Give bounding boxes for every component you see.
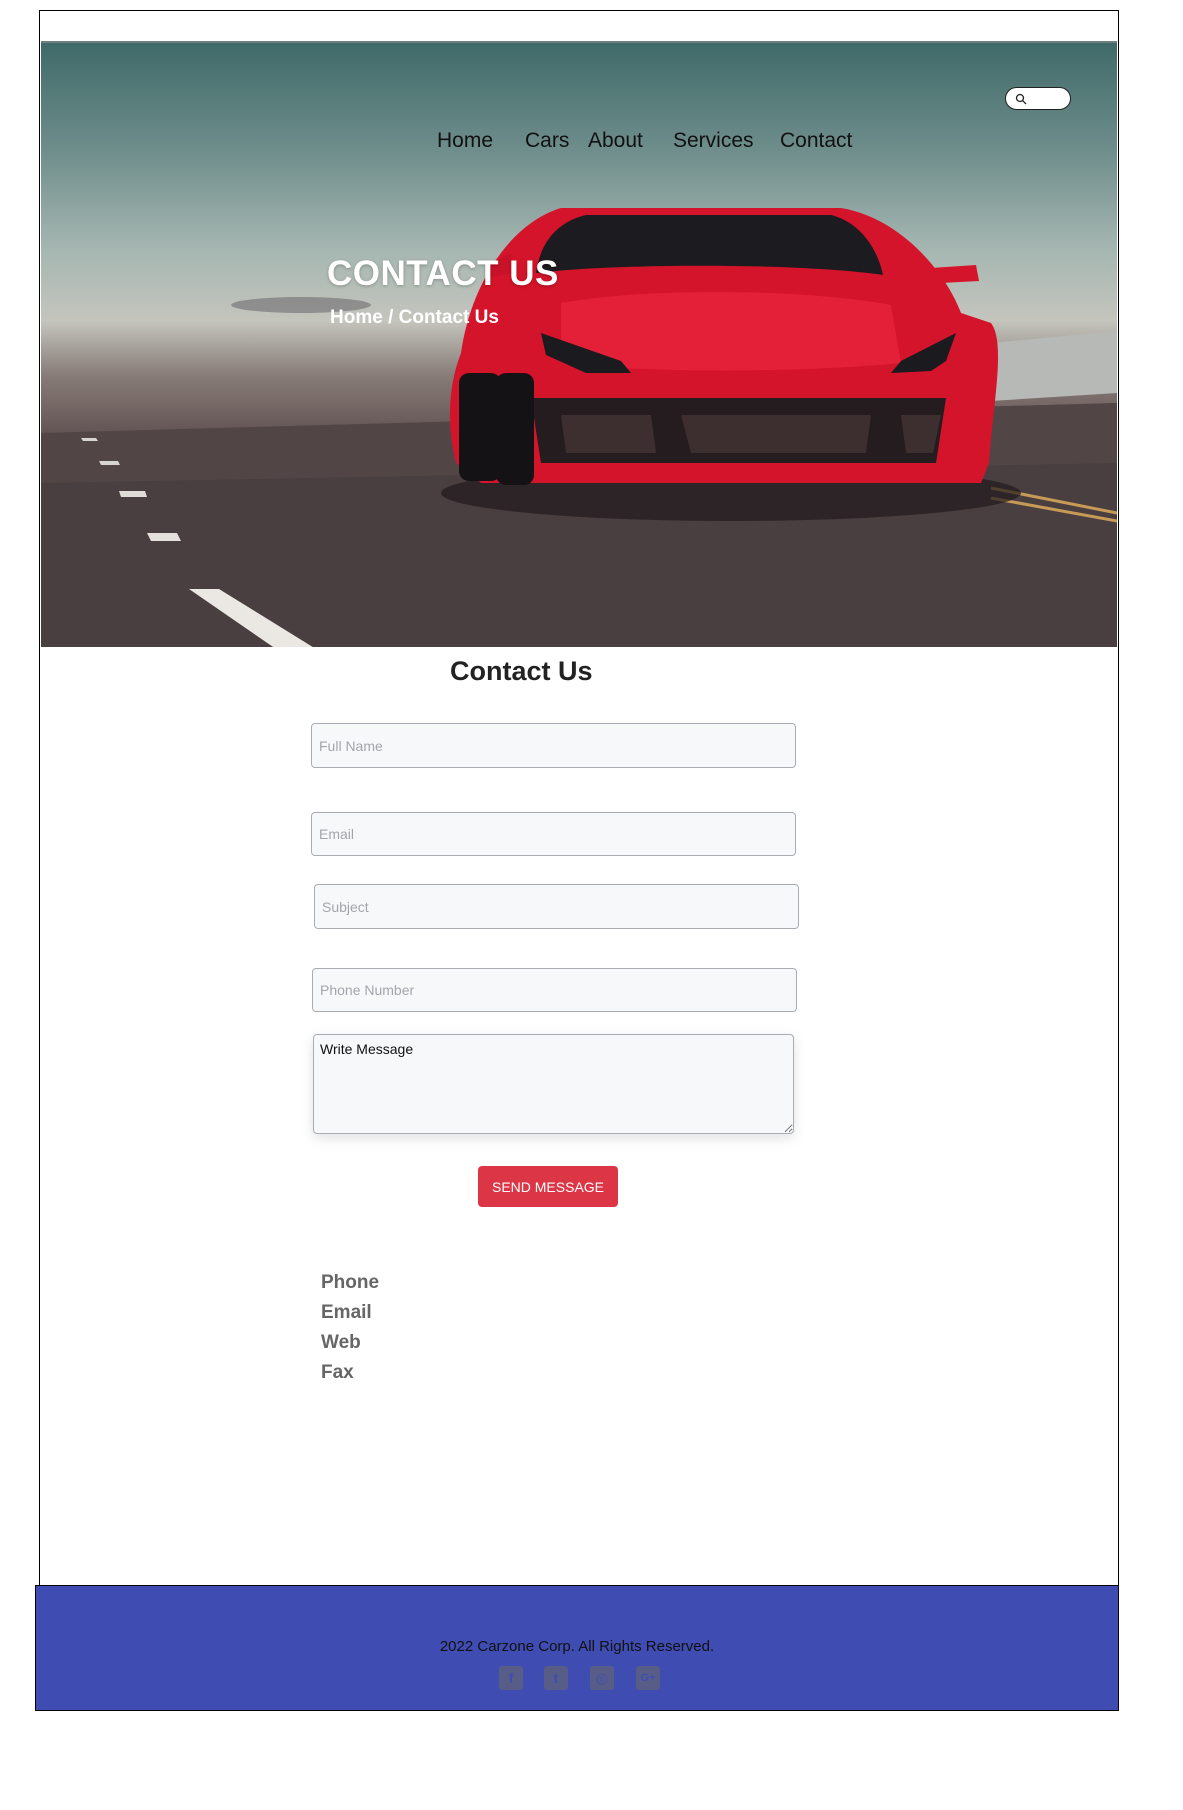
email-field[interactable] bbox=[311, 812, 796, 856]
nav-cars-link[interactable]: Cars bbox=[525, 129, 569, 153]
full-name-field[interactable] bbox=[311, 723, 796, 768]
contact-info-email: Email bbox=[321, 1302, 372, 1323]
nav-services-link[interactable]: Services bbox=[673, 129, 754, 153]
footer: 2022 Carzone Corp. All Rights Reserved. … bbox=[35, 1585, 1119, 1711]
search-input[interactable] bbox=[1005, 87, 1071, 110]
copyright-text: 2022 Carzone Corp. All Rights Reserved. bbox=[439, 1638, 715, 1655]
contact-info-web: Web bbox=[321, 1332, 361, 1353]
facebook-icon[interactable]: f bbox=[499, 1666, 523, 1690]
contact-info-phone: Phone bbox=[321, 1272, 380, 1293]
breadcrumb[interactable]: Home / Contact Us bbox=[330, 307, 499, 329]
social-links: f t ◎ G+ bbox=[499, 1666, 699, 1696]
nav-about-link[interactable]: About bbox=[588, 129, 643, 153]
phone-number-field[interactable] bbox=[312, 968, 797, 1012]
instagram-icon[interactable]: ◎ bbox=[590, 1666, 614, 1690]
contact-section-title: Contact Us bbox=[450, 656, 593, 686]
nav-home-link[interactable]: Home bbox=[437, 129, 493, 153]
subject-field[interactable] bbox=[314, 884, 799, 929]
nav-contact-link[interactable]: Contact bbox=[780, 129, 852, 153]
send-message-button[interactable]: SEND MESSAGE bbox=[478, 1166, 618, 1207]
hero-title: CONTACT US bbox=[327, 254, 559, 293]
twitter-icon[interactable]: t bbox=[544, 1666, 568, 1690]
message-textarea[interactable]: Write Message bbox=[313, 1034, 794, 1134]
contact-info-fax: Fax bbox=[321, 1362, 354, 1383]
google-plus-icon[interactable]: G+ bbox=[636, 1666, 660, 1690]
contact-info-list: Phone Email Web Fax bbox=[321, 1268, 379, 1388]
search-icon bbox=[1015, 93, 1027, 105]
hero-banner: Home Cars About Services Contact bbox=[41, 41, 1117, 647]
main-nav: Home Cars About Services Contact bbox=[41, 129, 1117, 157]
